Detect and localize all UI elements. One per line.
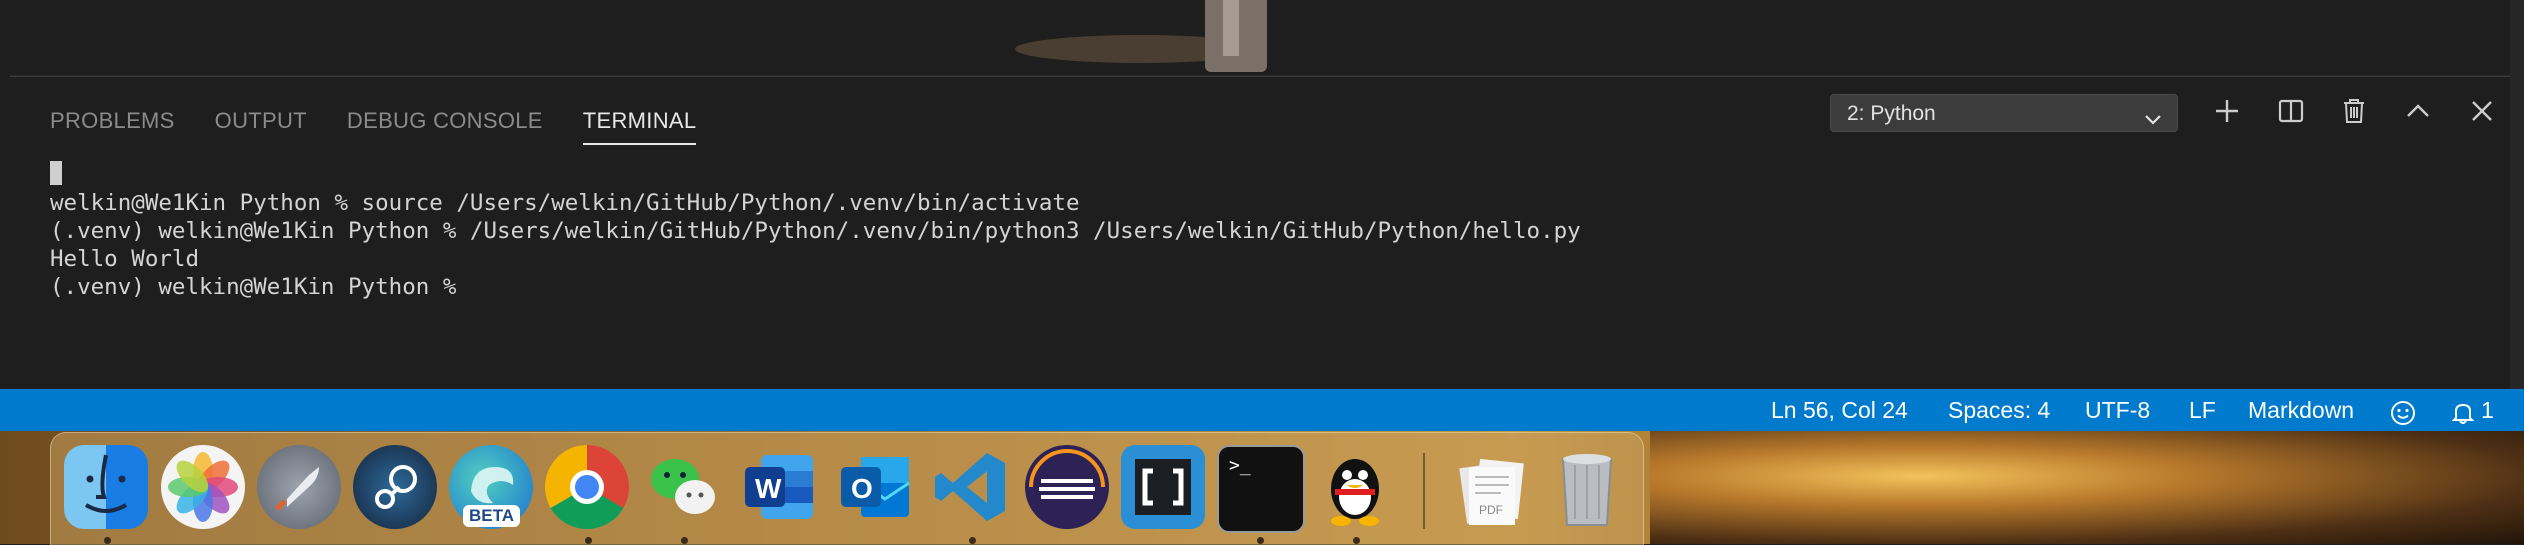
dock-trash-icon[interactable] <box>1545 445 1629 529</box>
dock-outlook-icon[interactable]: O <box>833 445 917 529</box>
chevron-down-icon <box>2143 104 2163 142</box>
maximize-panel-button[interactable] <box>2400 95 2436 131</box>
status-eol[interactable]: LF <box>2189 389 2216 431</box>
terminal-line: welkin@We1Kin Python % source /Users/wel… <box>50 190 1080 216</box>
chevron-up-icon <box>2404 97 2432 130</box>
status-bar: Ln 56, Col 24 Spaces: 4 UTF-8 LF Markdow… <box>0 389 2524 431</box>
bottom-panel: PROBLEMS OUTPUT DEBUG CONSOLE TERMINAL 2… <box>10 76 2510 389</box>
running-indicator <box>681 537 688 544</box>
terminal-output[interactable]: welkin@We1Kin Python % source /Users/wel… <box>50 161 2490 301</box>
pdf-label: PDF <box>1479 503 1503 517</box>
status-indentation[interactable]: Spaces: 4 <box>1948 389 2050 431</box>
running-indicator <box>1257 537 1264 544</box>
beta-badge: BETA <box>463 505 521 527</box>
dock-vscode-icon[interactable] <box>929 445 1013 529</box>
word-letter: W <box>755 473 782 504</box>
status-cursor-position[interactable]: Ln 56, Col 24 <box>1771 389 1908 431</box>
close-panel-button[interactable] <box>2464 95 2500 131</box>
running-indicator <box>969 537 976 544</box>
editor-area <box>0 0 2524 76</box>
dock-steam-icon[interactable] <box>353 445 437 529</box>
dock-terminal-icon[interactable]: >_ <box>1217 445 1305 533</box>
split-terminal-button[interactable] <box>2273 95 2309 131</box>
terminal-prompt-glyph: >_ <box>1229 455 1251 476</box>
dock-finder-icon[interactable] <box>64 445 148 529</box>
plus-icon <box>2213 97 2241 130</box>
tab-problems[interactable]: PROBLEMS <box>50 101 175 141</box>
terminal-line: (.venv) welkin@We1Kin Python % <box>50 274 470 300</box>
terminal-line: (.venv) welkin@We1Kin Python % /Users/we… <box>50 218 1581 244</box>
dock-wechat-icon[interactable] <box>641 445 725 529</box>
dock-eclipse-icon[interactable] <box>1025 445 1109 529</box>
notification-count[interactable]: 1 <box>2481 389 2494 431</box>
dock-launchpad-icon[interactable] <box>257 445 341 529</box>
dock-documents-stack-icon[interactable]: PDF <box>1449 445 1533 529</box>
running-indicator <box>585 537 592 544</box>
terminal-select-value: 2: Python <box>1847 102 1936 125</box>
terminal-line: Hello World <box>50 246 200 272</box>
wallpaper-sunset <box>1650 431 2524 544</box>
activity-gutter <box>0 75 10 389</box>
editor-preview-image <box>1205 0 1267 72</box>
dock-edge-beta-icon[interactable]: BETA <box>449 445 533 529</box>
status-language-mode[interactable]: Markdown <box>2248 389 2354 431</box>
terminal-cursor-mark <box>50 161 62 185</box>
dock-photos-icon[interactable] <box>161 445 245 529</box>
tab-debug-console[interactable]: DEBUG CONSOLE <box>347 101 543 141</box>
new-terminal-button[interactable] <box>2209 95 2245 131</box>
dock: BETA W O >_ PDF <box>50 432 1644 545</box>
tab-terminal[interactable]: TERMINAL <box>582 101 697 145</box>
split-icon <box>2277 97 2305 130</box>
dock-qq-icon[interactable] <box>1313 445 1397 529</box>
dock-separator <box>1423 453 1425 529</box>
dock-word-icon[interactable]: W <box>737 445 821 529</box>
panel-tabs: PROBLEMS OUTPUT DEBUG CONSOLE TERMINAL <box>50 101 697 145</box>
dock-chrome-icon[interactable] <box>545 445 629 529</box>
terminal-select[interactable]: 2: Python <box>1830 94 2178 132</box>
dock-brackets-icon[interactable] <box>1121 445 1205 529</box>
tab-output[interactable]: OUTPUT <box>215 101 307 141</box>
outlook-letter: O <box>851 473 873 504</box>
kill-terminal-button[interactable] <box>2336 95 2372 131</box>
editor-scrollbar[interactable] <box>2510 0 2524 389</box>
running-indicator <box>1353 537 1360 544</box>
close-icon <box>2468 97 2496 130</box>
running-indicator <box>104 537 111 544</box>
trash-icon <box>2340 97 2368 130</box>
status-encoding[interactable]: UTF-8 <box>2085 389 2150 431</box>
